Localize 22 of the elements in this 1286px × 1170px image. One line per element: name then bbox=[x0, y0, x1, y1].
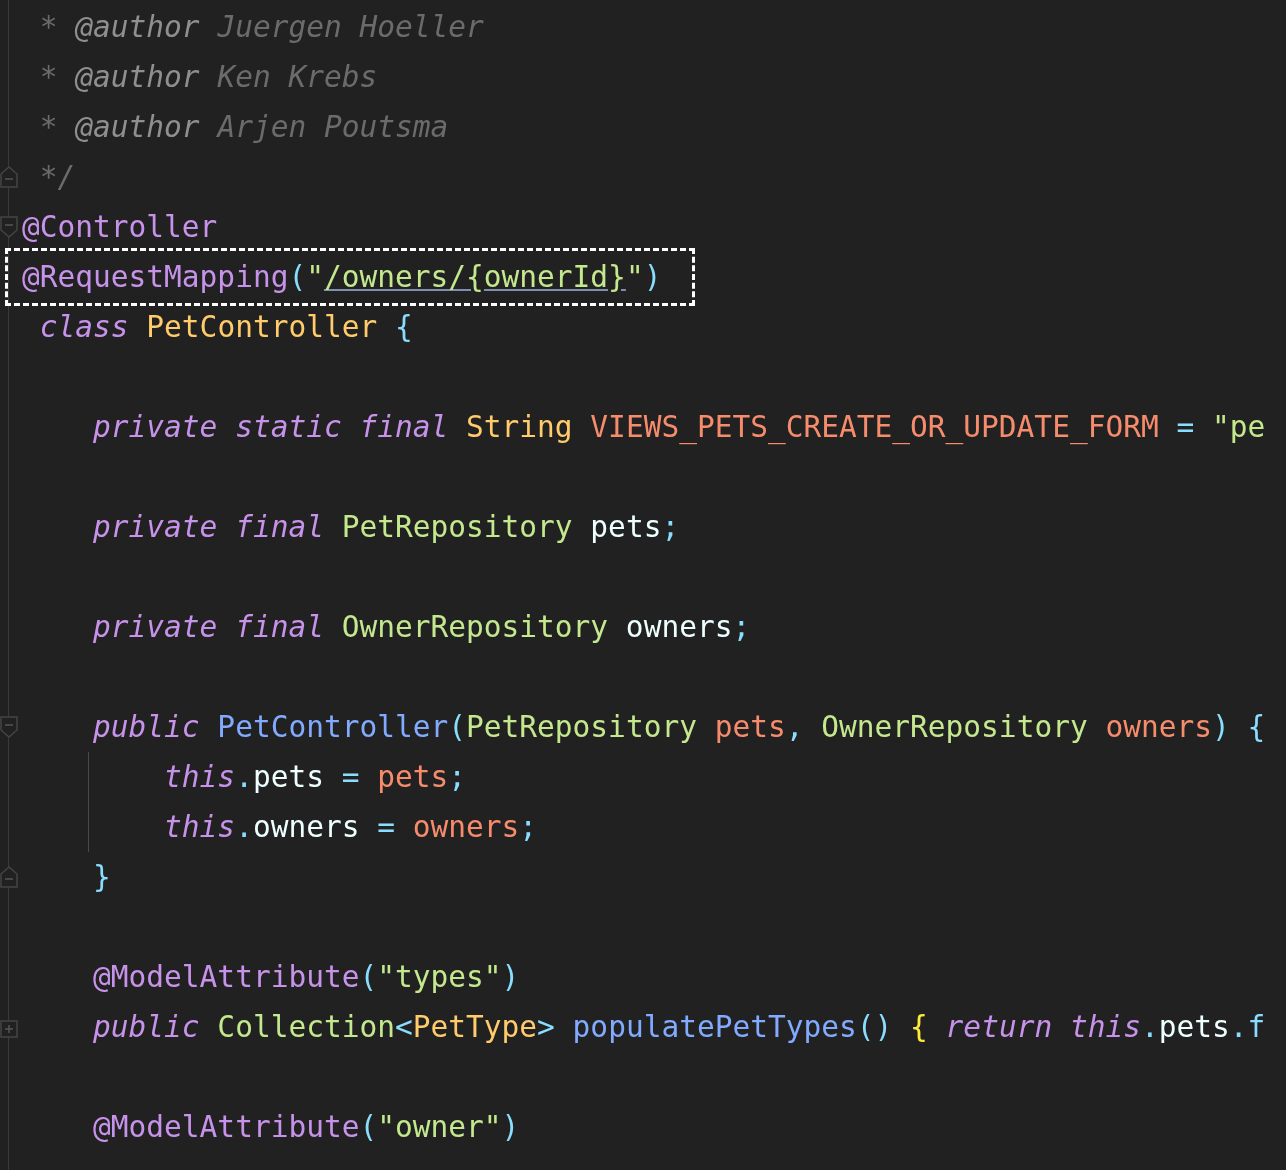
code-line: this.owners = owners; bbox=[163, 809, 538, 846]
code-line: @ModelAttribute("owner") bbox=[92, 1109, 520, 1146]
fold-icon[interactable] bbox=[0, 866, 18, 888]
code-line: @Controller bbox=[22, 209, 218, 246]
code-line: private final OwnerRepository owners; bbox=[92, 609, 751, 646]
code-line: } bbox=[92, 859, 111, 896]
fold-icon[interactable] bbox=[0, 166, 18, 188]
code-line: class PetController { bbox=[38, 309, 413, 346]
code-line: * @author Juergen Hoeller bbox=[38, 9, 484, 46]
code-line: * @author Arjen Poutsma bbox=[38, 109, 449, 146]
fold-icon[interactable] bbox=[0, 716, 18, 738]
code-line: * @author Ken Krebs bbox=[38, 59, 378, 96]
code-line: public Collection<PetType> populatePetTypes() { return this.pets.f bbox=[92, 1009, 1266, 1046]
fold-icon[interactable] bbox=[0, 216, 18, 238]
code-line: @RequestMapping("/owners/{ownerId}") bbox=[22, 259, 662, 296]
code-line: private static final String VIEWS_PETS_CREATE_OR_UPDATE_FORM = "pe bbox=[92, 409, 1266, 447]
code-line: */ bbox=[38, 159, 76, 196]
code-line: private final PetRepository pets; bbox=[92, 509, 680, 546]
expand-icon[interactable] bbox=[0, 1020, 18, 1038]
code-line: this.pets = pets; bbox=[163, 759, 467, 796]
code-line: @ModelAttribute("types") bbox=[92, 959, 520, 996]
code-line: public PetController(PetRepository pets, OwnerRepository owners) { bbox=[92, 709, 1266, 746]
